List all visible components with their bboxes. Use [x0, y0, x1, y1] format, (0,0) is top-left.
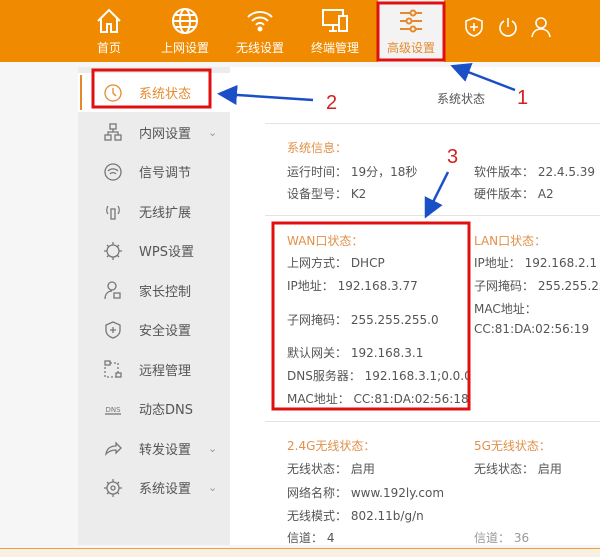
antenna-icon	[106, 205, 120, 220]
sidebar-item[interactable]: 系统设置 ⌄	[78, 468, 230, 507]
wan-dns: DNS服务器： 192.168.3.1;0.0.0.0	[287, 369, 470, 383]
software-version: 软件版本： 22.4.5.39	[474, 165, 596, 179]
sidebar-item-label: 远程管理	[139, 363, 192, 379]
annotation-number-1: 1	[517, 87, 529, 109]
wan-gateway: 默认网关： 192.168.3.1	[287, 346, 424, 360]
chevron-down-icon[interactable]: ⌄	[208, 126, 217, 139]
sidebar-item[interactable]: 系统状态	[78, 73, 230, 112]
w24-status: 无线状态： 启用	[287, 462, 375, 476]
nav-label: 首页	[96, 41, 121, 55]
globe-icon	[172, 8, 198, 34]
wan-mask: 子网掩码： 255.255.255.0	[287, 313, 439, 327]
sidebar-item[interactable]: 内网设置 ⌄	[78, 113, 230, 152]
chevron-down-icon[interactable]: ⌄	[208, 481, 217, 494]
system-info-heading: 系统信息：	[287, 141, 348, 155]
w5-heading: 5G无线状态：	[474, 439, 551, 453]
sliders-icon	[400, 9, 422, 33]
w24-heading: 2.4G无线状态：	[287, 439, 376, 453]
divider	[265, 215, 600, 216]
dns-icon: DNS	[105, 406, 121, 415]
nav-wireless[interactable]: 无线设置	[225, 0, 295, 62]
settings-icon	[104, 478, 122, 497]
divider	[265, 421, 600, 422]
hardware-version: 硬件版本： A2	[474, 187, 554, 201]
sidebar-item-label: 信号调节	[139, 166, 192, 181]
remote-icon	[104, 360, 122, 378]
sidebar-item-label: 内网设置	[139, 126, 192, 142]
w5-status: 无线状态： 启用	[474, 462, 562, 476]
sidebar-item-label: 安全设置	[139, 324, 192, 339]
nav-label: 终端管理	[310, 41, 359, 55]
nav-home[interactable]: 首页	[82, 0, 136, 62]
sidebar-item[interactable]: DNS 动态DNS	[78, 389, 230, 428]
lan-heading: LAN口状态：	[474, 234, 547, 248]
bottom-edge	[0, 548, 600, 557]
lan-mac-label: MAC地址：	[474, 302, 537, 316]
page-title: 系统状态	[437, 92, 486, 106]
home-icon	[97, 8, 121, 33]
sidebar-item[interactable]: 家长控制	[78, 271, 230, 310]
wan-heading: WAN口状态：	[287, 234, 364, 248]
w24-mode: 无线模式： 802.11b/g/n	[287, 509, 424, 523]
uptime: 运行时间： 19分，18秒	[287, 165, 418, 179]
parent-lock-icon	[104, 281, 121, 300]
user-icon[interactable]	[530, 16, 552, 38]
wifi-icon	[247, 11, 273, 32]
sidebar-item[interactable]: WPS设置	[78, 231, 230, 270]
sidebar-item[interactable]: 无线扩展	[78, 192, 230, 231]
shield-plus-icon[interactable]	[463, 16, 485, 38]
nav-label: 上网设置	[160, 41, 209, 55]
power-icon[interactable]	[497, 16, 519, 38]
lan-mac: CC:81:DA:02:56:19	[474, 322, 590, 336]
sidebar-item-label: 系统设置	[139, 482, 192, 497]
device-model: 设备型号： K2	[287, 187, 367, 201]
chevron-down-icon[interactable]: ⌄	[208, 442, 217, 455]
clock-icon	[104, 83, 122, 102]
sidebar-item[interactable]: 信号调节	[78, 152, 230, 191]
wps-gear-icon	[104, 241, 122, 260]
nav-label: 高级设置	[386, 41, 435, 55]
divider	[265, 123, 600, 124]
annotation-number-3: 3	[447, 146, 459, 168]
shield-icon	[105, 320, 121, 339]
nav-internet[interactable]: 上网设置	[150, 0, 220, 62]
sidebar-item[interactable]: 远程管理	[78, 350, 230, 389]
sidebar-item-label: 转发设置	[139, 442, 192, 458]
sidebar-item-label: 系统状态	[139, 87, 192, 102]
top-nav-bar: 首页 上网设置 无线设置 终端管理 高级设置	[0, 0, 600, 62]
svg-text:DNS: DNS	[105, 406, 121, 414]
devices-icon	[322, 9, 348, 32]
w24-ssid: 网络名称： www.192ly.com	[287, 486, 445, 500]
signal-icon	[104, 162, 122, 181]
sidebar-item-label: 家长控制	[139, 284, 192, 300]
lan-ip: IP地址： 192.168.2.1	[474, 256, 598, 270]
lan-mask: 子网掩码： 255.255.255.0	[474, 279, 600, 293]
sidebar: 系统状态内网设置 ⌄ 信号调节无线扩展 WPS设置家长控制安全设置远程管理 DNS 动态D…	[78, 67, 230, 545]
sidebar-item-label: 动态DNS	[139, 403, 193, 418]
wan-ip: IP地址： 192.168.3.77	[287, 279, 418, 293]
wan-mac: MAC地址： CC:81:DA:02:56:18	[287, 392, 469, 406]
forward-icon	[105, 441, 122, 456]
sidebar-item[interactable]: 安全设置	[78, 310, 230, 349]
w24-channel: 信道： 4	[287, 531, 335, 545]
sidebar-item[interactable]: 转发设置 ⌄	[78, 429, 230, 468]
annotation-number-2: 2	[326, 92, 338, 114]
sidebar-item-label: 无线扩展	[139, 205, 192, 221]
network-icon	[104, 123, 122, 141]
nav-label: 无线设置	[235, 41, 284, 55]
nav-advanced[interactable]: 高级设置	[378, 0, 444, 62]
sidebar-item-label: WPS设置	[139, 245, 194, 260]
wan-mode: 上网方式： DHCP	[287, 256, 385, 270]
nav-devices[interactable]: 终端管理	[300, 0, 370, 62]
w5-channel: 信道： 36	[474, 531, 530, 545]
